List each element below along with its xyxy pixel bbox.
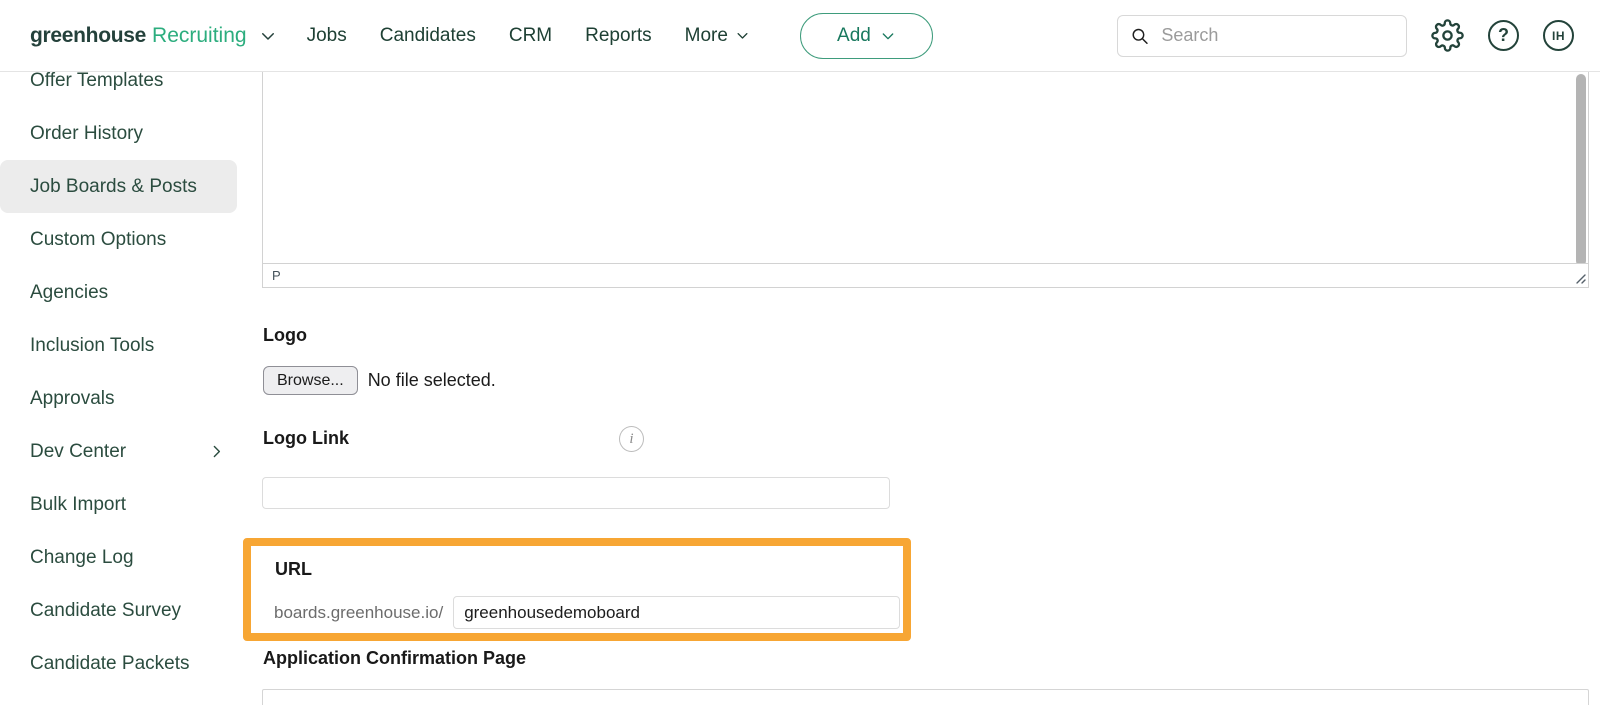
logo-file-row: Browse... No file selected. (263, 366, 496, 395)
nav-item-more[interactable]: More (685, 25, 750, 47)
sidebar-item-dev-center-label: Dev Center (30, 441, 126, 463)
resize-handle-icon[interactable] (1573, 271, 1586, 284)
chevron-down-icon (259, 27, 277, 45)
nav-item-candidates[interactable]: Candidates (380, 25, 476, 47)
sidebar-item-approvals[interactable]: Approvals (0, 372, 237, 425)
search-icon (1130, 25, 1149, 47)
editor-status-bar: P (263, 263, 1588, 287)
info-icon[interactable]: i (619, 426, 644, 452)
nav-item-reports[interactable]: Reports (585, 25, 652, 47)
help-icon[interactable]: ? (1488, 20, 1519, 51)
nav-item-more-label: More (685, 25, 728, 47)
sidebar-item-order-history[interactable]: Order History (0, 107, 237, 160)
sidebar-item-agencies[interactable]: Agencies (0, 266, 237, 319)
greenhouse-logo[interactable]: greenhouse Recruiting (30, 24, 277, 48)
url-label: URL (275, 559, 312, 580)
user-avatar[interactable]: IH (1543, 20, 1574, 51)
file-status-text: No file selected. (368, 370, 496, 391)
url-row: boards.greenhouse.io/ (274, 596, 900, 629)
sidebar-item-candidate-survey[interactable]: Candidate Survey (0, 584, 237, 637)
logo-link-input[interactable] (262, 477, 890, 509)
avatar-initials: IH (1552, 29, 1565, 43)
logo-label: Logo (263, 325, 307, 346)
add-button-label: Add (837, 25, 871, 47)
chevron-down-icon (880, 28, 896, 44)
sidebar-item-inclusion-tools[interactable]: Inclusion Tools (0, 319, 237, 372)
url-prefix-text: boards.greenhouse.io/ (274, 603, 443, 623)
logo-link-label: Logo Link (263, 428, 349, 449)
search-box[interactable] (1117, 15, 1407, 57)
settings-gear-icon[interactable] (1431, 19, 1464, 52)
page: greenhouse Recruiting Jobs Candidates CR… (0, 0, 1600, 705)
add-button[interactable]: Add (800, 13, 933, 59)
sidebar-item-job-boards-posts[interactable]: Job Boards & Posts (0, 160, 237, 213)
nav-item-jobs[interactable]: Jobs (307, 25, 347, 47)
logo-brand-text: greenhouse (30, 24, 146, 48)
sidebar-item-dev-center[interactable]: Dev Center (0, 425, 237, 478)
editor-element-path: P (272, 268, 281, 283)
primary-nav: Jobs Candidates CRM Reports More (307, 25, 750, 47)
logo-product-text: Recruiting (152, 24, 247, 48)
main-content: P Logo Browse... No file selected. Logo … (262, 0, 1589, 705)
sidebar-item-change-log[interactable]: Change Log (0, 531, 237, 584)
chevron-down-icon (735, 28, 750, 43)
top-navbar: greenhouse Recruiting Jobs Candidates CR… (0, 0, 1600, 72)
sidebar-item-custom-options[interactable]: Custom Options (0, 213, 237, 266)
editor-scrollbar-thumb[interactable] (1576, 74, 1586, 266)
browse-button[interactable]: Browse... (263, 366, 358, 395)
chevron-right-icon (208, 443, 225, 460)
search-input[interactable] (1161, 25, 1394, 46)
confirmation-page-editor[interactable] (262, 689, 1589, 705)
nav-item-crm[interactable]: CRM (509, 25, 552, 47)
application-confirmation-label: Application Confirmation Page (263, 648, 526, 669)
board-url-input[interactable] (453, 596, 900, 629)
settings-sidebar: Offer Templates Order History Job Boards… (0, 54, 237, 690)
sidebar-item-candidate-packets[interactable]: Candidate Packets (0, 637, 237, 690)
url-highlight-box: URL boards.greenhouse.io/ (243, 538, 911, 641)
navbar-right: ? IH (1117, 15, 1600, 57)
sidebar-item-bulk-import[interactable]: Bulk Import (0, 478, 237, 531)
